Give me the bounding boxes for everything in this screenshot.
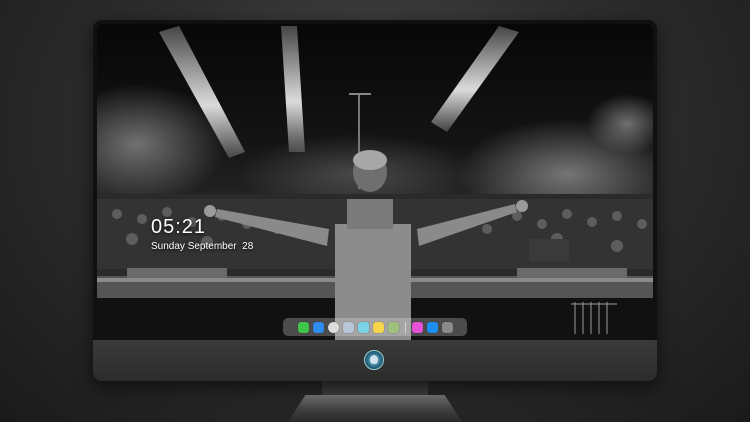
camera-icon[interactable] xyxy=(441,321,453,333)
lock-screen[interactable]: 05:21 Sunday September 28 xyxy=(97,24,653,340)
monitor-stand xyxy=(288,395,462,422)
monitor-neck xyxy=(322,381,428,397)
lock-screen-date: Sunday September 28 xyxy=(151,241,254,252)
dock xyxy=(283,318,467,336)
wallpaper-concert-photo xyxy=(97,26,653,340)
safari-icon[interactable] xyxy=(327,321,339,333)
finalcut-icon[interactable] xyxy=(357,321,369,333)
mail-icon[interactable] xyxy=(312,321,324,333)
imac-monitor: 05:21 Sunday September 28 xyxy=(93,20,657,381)
dock-separator xyxy=(404,321,406,333)
brand-logo-icon xyxy=(364,350,384,370)
notes-icon[interactable] xyxy=(372,321,384,333)
itunes-icon[interactable] xyxy=(411,321,423,333)
monitor-chin xyxy=(93,340,657,381)
lock-screen-time: 05:21 xyxy=(151,216,207,238)
appstore-icon[interactable] xyxy=(426,321,438,333)
messages-icon[interactable] xyxy=(297,321,309,333)
photos-icon[interactable] xyxy=(342,321,354,333)
preview-icon[interactable] xyxy=(387,321,399,333)
